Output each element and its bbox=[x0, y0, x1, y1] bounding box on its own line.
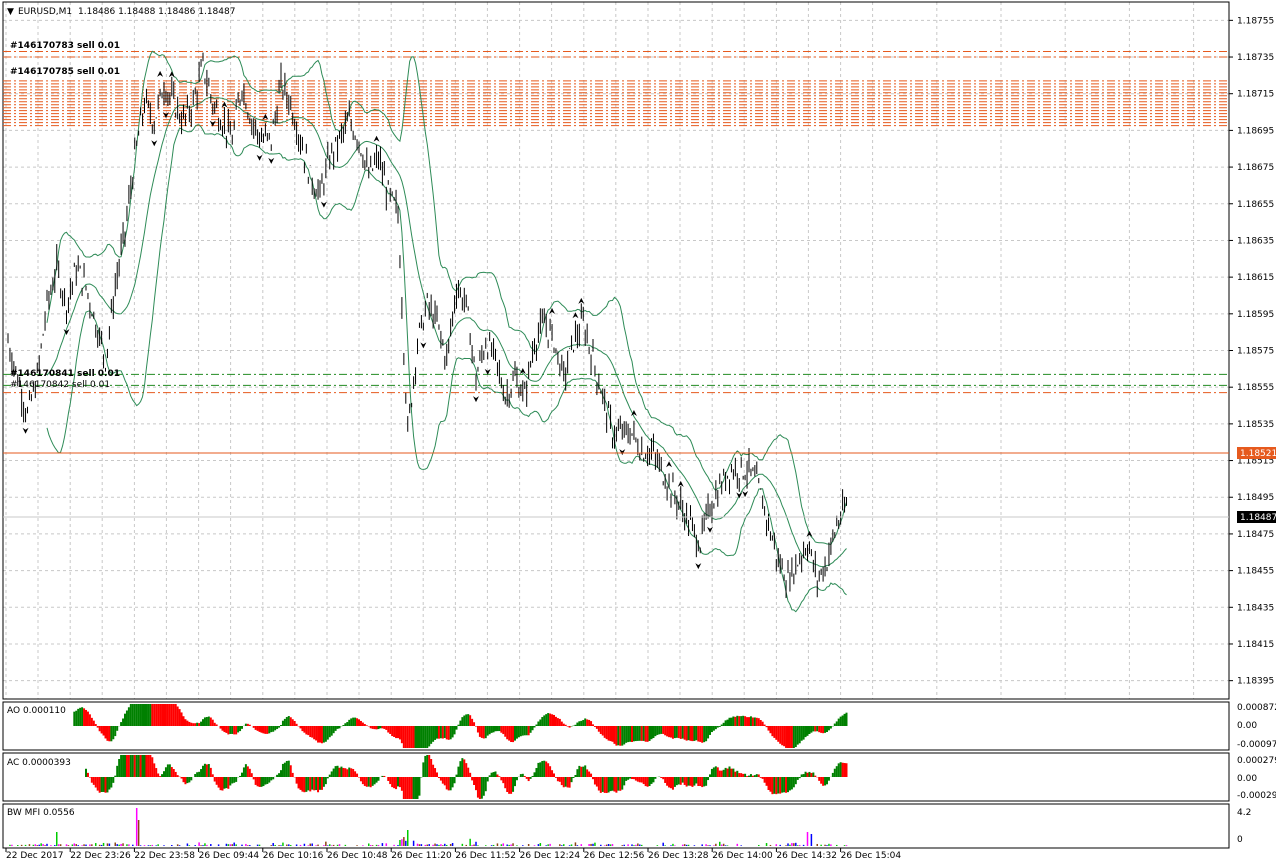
ao-tick: 0.000872 bbox=[1237, 703, 1276, 713]
ao-label: AO 0.000110 bbox=[7, 706, 66, 716]
price-tick-label: 1.18435 bbox=[1237, 603, 1274, 613]
order-label[interactable]: #146170785 sell 0.01 bbox=[10, 67, 120, 77]
trading-chart[interactable]: ▼ EURUSD,M1 1.18486 1.18488 1.18486 1.18… bbox=[0, 0, 1276, 866]
time-tick-label: 26 Dec 14:00 bbox=[712, 851, 773, 861]
ask-price-label: 1.18521 bbox=[1240, 449, 1276, 459]
price-tick-label: 1.18555 bbox=[1237, 383, 1274, 393]
price-tick-label: 1.18735 bbox=[1237, 53, 1274, 63]
price-tick-label: 1.18595 bbox=[1237, 310, 1274, 320]
order-label[interactable]: #146170841 sell 0.01 bbox=[10, 369, 120, 379]
price-tick-label: 1.18395 bbox=[1237, 677, 1274, 687]
time-tick-label: 26 Dec 10:48 bbox=[327, 851, 388, 861]
chart-title-arrow[interactable]: ▼ bbox=[7, 7, 14, 17]
ac-tick: -0.000291 bbox=[1237, 791, 1276, 801]
order-label[interactable]: #146170842 sell 0.01 bbox=[10, 380, 110, 390]
chart-ohlc: 1.18486 1.18488 1.18486 1.18487 bbox=[78, 7, 235, 17]
time-tick-label: 26 Dec 10:16 bbox=[263, 851, 324, 861]
price-tick-label: 1.18455 bbox=[1237, 567, 1274, 577]
price-tick-label: 1.18575 bbox=[1237, 347, 1274, 357]
bid-price-label: 1.18487 bbox=[1240, 513, 1276, 523]
price-tick-label: 1.18655 bbox=[1237, 200, 1274, 210]
time-tick-label: 26 Dec 11:20 bbox=[391, 851, 452, 861]
time-tick-label: 22 Dec 23:58 bbox=[134, 851, 195, 861]
price-tick-label: 1.18695 bbox=[1237, 126, 1274, 136]
time-tick-label: 26 Dec 14:32 bbox=[776, 851, 837, 861]
price-tick-label: 1.18635 bbox=[1237, 236, 1274, 246]
price-tick-label: 1.18615 bbox=[1237, 273, 1274, 283]
price-tick-label: 1.18495 bbox=[1237, 493, 1274, 503]
price-tick-label: 1.18535 bbox=[1237, 420, 1274, 430]
time-tick-label: 22 Dec 2017 bbox=[6, 851, 64, 861]
price-tick-label: 1.18715 bbox=[1237, 90, 1274, 100]
ac-tick: 0.000279 bbox=[1237, 756, 1276, 766]
price-tick-label: 1.18755 bbox=[1237, 16, 1274, 26]
time-tick-label: 22 Dec 23:26 bbox=[70, 851, 131, 861]
time-tick-label: 26 Dec 09:44 bbox=[199, 851, 260, 861]
ao-tick: -0.000979 bbox=[1237, 740, 1276, 750]
chart-title: EURUSD,M1 bbox=[18, 7, 72, 17]
price-tick-label: 1.18475 bbox=[1237, 530, 1274, 540]
ac-label: AC 0.0000393 bbox=[7, 758, 71, 768]
price-tick-label: 1.18675 bbox=[1237, 163, 1274, 173]
time-tick-label: 26 Dec 11:52 bbox=[455, 851, 516, 861]
order-label[interactable]: #146170783 sell 0.01 bbox=[10, 41, 120, 51]
time-tick-label: 26 Dec 12:24 bbox=[520, 851, 581, 861]
bwmfi-tick: 4.2 bbox=[1237, 808, 1251, 818]
time-tick-label: 26 Dec 12:56 bbox=[584, 851, 645, 861]
ao-tick: 0.00 bbox=[1237, 721, 1257, 731]
time-tick-label: 26 Dec 13:28 bbox=[648, 851, 709, 861]
price-tick-label: 1.18415 bbox=[1237, 640, 1274, 650]
bwmfi-label: BW MFI 0.0556 bbox=[7, 808, 75, 818]
ac-tick: 0.00 bbox=[1237, 774, 1257, 784]
bwmfi-tick: 0 bbox=[1237, 835, 1243, 845]
time-tick-label: 26 Dec 15:04 bbox=[841, 851, 902, 861]
